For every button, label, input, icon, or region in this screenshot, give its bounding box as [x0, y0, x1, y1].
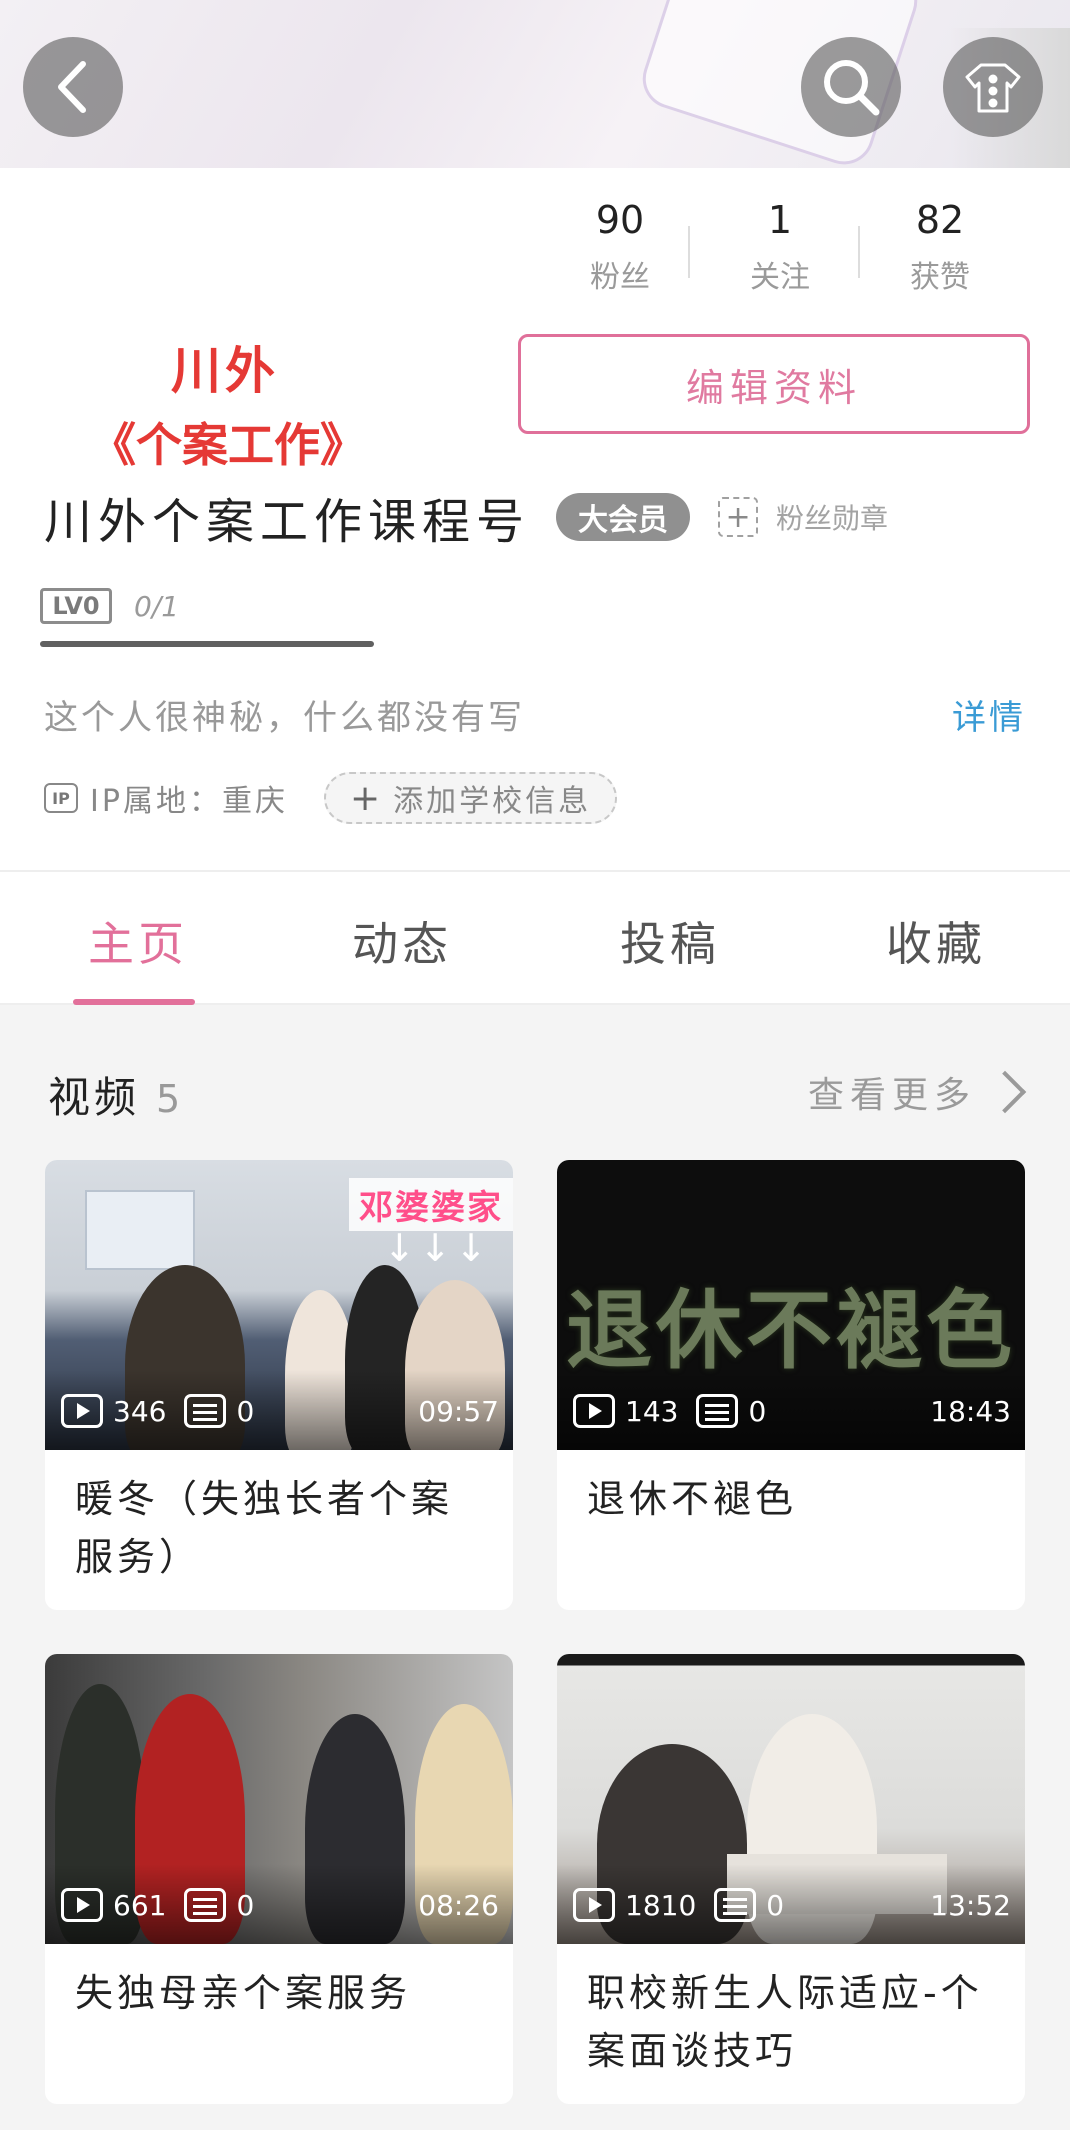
level-badge: LV0 — [40, 588, 112, 624]
plus-icon: + — [349, 777, 384, 819]
search-icon — [824, 60, 880, 116]
tab-dynamics[interactable]: 动态 — [352, 908, 452, 974]
stat-following[interactable]: 1 关注 — [700, 198, 860, 308]
vip-badge[interactable]: 大会员 — [556, 493, 691, 541]
video-card[interactable]: 661 0 08:26 失独母亲个案服务 — [45, 1654, 513, 2104]
play-count-icon — [573, 1394, 615, 1428]
stats-row: 90 粉丝 1 关注 82 获赞 — [540, 198, 1020, 308]
video-card[interactable]: 退休不褪色 143 0 18:43 退休不褪色 — [557, 1160, 1025, 1610]
video-thumbnail: 邓婆婆家 ↓↓↓ 346 0 09:57 — [45, 1160, 513, 1450]
fan-medal-label: 粉丝勋章 — [776, 502, 889, 535]
see-more-button[interactable]: 查看更多 — [807, 1066, 1027, 1118]
play-count-icon — [61, 1394, 103, 1428]
danmaku-icon — [184, 1394, 227, 1428]
medal-add-icon: + — [718, 497, 759, 537]
play-count: 661 — [113, 1888, 167, 1922]
tab-favorites[interactable]: 收藏 — [886, 908, 986, 974]
see-more-label: 查看更多 — [807, 1075, 976, 1116]
thumbnail-title: 退休不褪色 — [566, 1280, 1016, 1381]
add-school-label: 添加学校信息 — [393, 784, 592, 819]
play-count-icon — [61, 1888, 103, 1922]
play-count: 346 — [113, 1394, 167, 1428]
stat-fans[interactable]: 90 粉丝 — [540, 198, 700, 308]
danmaku-count: 0 — [748, 1394, 767, 1428]
thumbnail-arrows: ↓↓↓ — [383, 1226, 491, 1270]
danmaku-count: 0 — [766, 1888, 785, 1922]
stat-fans-value: 90 — [595, 198, 645, 242]
more-button[interactable] — [943, 37, 1043, 137]
tab-submissions[interactable]: 投稿 — [620, 908, 720, 974]
level-progress: 0/1 — [134, 589, 180, 623]
stat-fans-label: 粉丝 — [590, 260, 650, 295]
video-title: 职校新生人际适应-个案面谈技巧 — [587, 1971, 983, 2073]
name-row: 川外个案工作课程号 大会员 + 粉丝勋章 — [44, 482, 888, 552]
stat-divider — [858, 226, 860, 278]
bio-text: 这个人很神秘，什么都没有写 — [44, 698, 525, 738]
stat-likes-value: 82 — [915, 198, 965, 242]
video-meta: 661 0 08:26 — [61, 1888, 499, 1922]
danmaku-count: 0 — [236, 1888, 255, 1922]
more-vertical-icon — [965, 63, 1021, 113]
profile-card: 川外 《个案工作》 90 粉丝 1 关注 82 获赞 编辑资料 川外个案工作课程… — [0, 168, 1070, 870]
level-row[interactable]: LV0 0/1 — [40, 588, 179, 624]
danmaku-icon — [714, 1888, 757, 1922]
ip-location: IP属地：重庆 — [90, 784, 288, 819]
video-card[interactable]: 1810 0 13:52 职校新生人际适应-个案面谈技巧 — [557, 1654, 1025, 2104]
danmaku-count: 0 — [236, 1394, 255, 1428]
search-button[interactable] — [801, 37, 901, 137]
video-thumbnail: 661 0 08:26 — [45, 1654, 513, 1944]
video-duration: 13:52 — [930, 1888, 1011, 1922]
detail-link[interactable]: 详情 — [952, 690, 1026, 739]
stat-following-label: 关注 — [750, 260, 810, 295]
video-meta: 1810 0 13:52 — [573, 1888, 1011, 1922]
thumbnail-tag: 邓婆婆家 — [349, 1178, 513, 1231]
video-thumbnail: 退休不褪色 143 0 18:43 — [557, 1160, 1025, 1450]
profile-tabs: 主页 动态 投稿 收藏 — [0, 870, 1070, 1005]
avatar-text-line2: 《个案工作》 — [90, 418, 366, 472]
play-count: 1810 — [625, 1888, 697, 1922]
avatar-text-line1: 川外 — [171, 341, 279, 400]
back-button[interactable] — [23, 37, 123, 137]
video-duration: 18:43 — [930, 1394, 1011, 1428]
tab-active-indicator — [73, 999, 195, 1005]
tab-home[interactable]: 主页 — [88, 908, 188, 974]
video-card[interactable]: 邓婆婆家 ↓↓↓ 346 0 09:57 暖冬（失独长者个案服务） — [45, 1160, 513, 1610]
play-count-icon — [573, 1888, 615, 1922]
ip-row: IP IP属地：重庆 + 添加学校信息 — [44, 772, 618, 824]
stat-following-value: 1 — [767, 198, 793, 242]
videos-count: 5 — [156, 1077, 185, 1121]
stat-divider — [688, 226, 690, 278]
fan-medal-button[interactable]: + 粉丝勋章 — [718, 497, 888, 537]
video-meta: 346 0 09:57 — [61, 1394, 499, 1428]
videos-section-title: 视频 5 — [48, 1064, 184, 1125]
video-duration: 09:57 — [418, 1394, 499, 1428]
profile-name: 川外个案工作课程号 — [44, 494, 531, 550]
video-title: 失独母亲个案服务 — [75, 1971, 412, 2015]
add-school-button[interactable]: + 添加学校信息 — [323, 772, 618, 824]
video-meta: 143 0 18:43 — [573, 1394, 1011, 1428]
danmaku-icon — [184, 1888, 227, 1922]
chevron-right-icon — [983, 1070, 1027, 1114]
edit-profile-button[interactable]: 编辑资料 — [518, 334, 1030, 434]
video-duration: 08:26 — [418, 1888, 499, 1922]
video-title: 暖冬（失独长者个案服务） — [75, 1477, 454, 1579]
video-thumbnail: 1810 0 13:52 — [557, 1654, 1025, 1944]
stat-likes-label: 获赞 — [910, 260, 970, 295]
level-progress-bar — [40, 641, 374, 647]
ip-icon: IP — [44, 783, 78, 813]
videos-title: 视频 — [48, 1073, 141, 1122]
play-count: 143 — [625, 1394, 679, 1428]
chevron-left-icon — [58, 61, 86, 113]
danmaku-icon — [696, 1394, 739, 1428]
video-title: 退休不褪色 — [587, 1477, 798, 1521]
stat-likes[interactable]: 82 获赞 — [860, 198, 1020, 308]
header-banner — [0, 0, 1070, 168]
